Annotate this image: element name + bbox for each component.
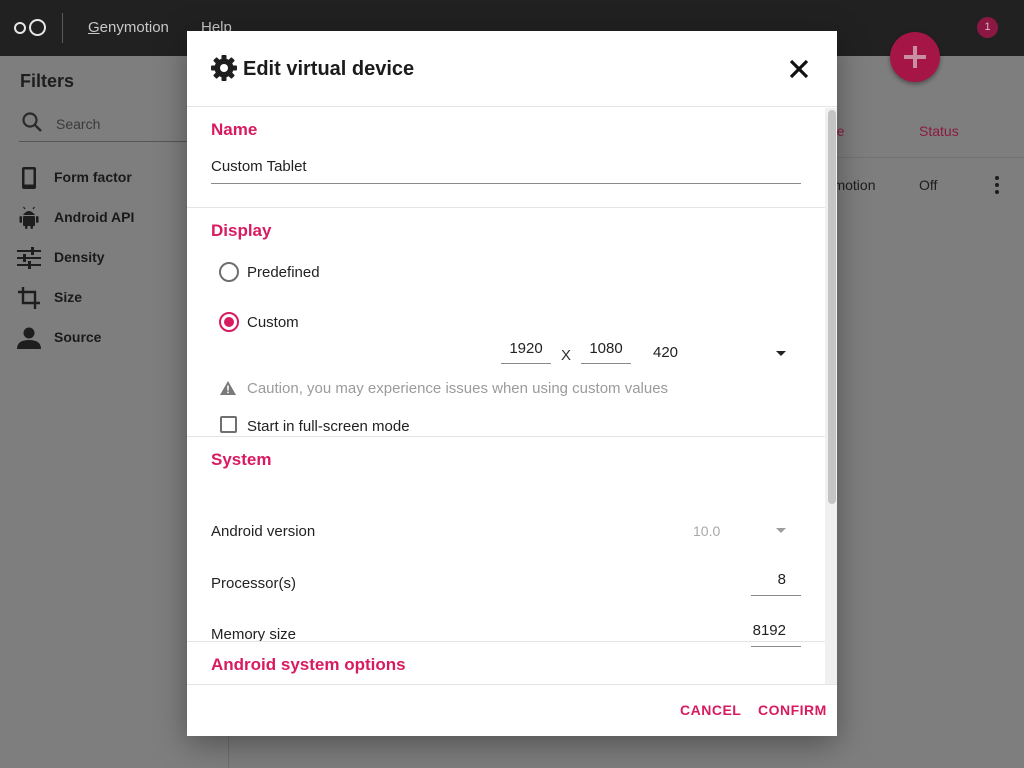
section-divider (187, 641, 825, 642)
resolution-separator: X (561, 347, 572, 364)
confirm-button[interactable]: CONFIRM (758, 702, 827, 718)
row-more-icon[interactable] (994, 176, 1000, 194)
filter-label: Source (54, 329, 102, 345)
filter-label: Density (54, 249, 105, 265)
filter-density[interactable]: Density (16, 244, 216, 272)
processors-input[interactable]: 8 (751, 567, 801, 596)
person-icon (17, 327, 41, 349)
dialog-footer: CANCEL CONFIRM (187, 684, 837, 736)
custom-label: Custom (247, 314, 299, 331)
filter-source[interactable]: Source (16, 324, 216, 352)
add-device-button[interactable] (890, 32, 940, 82)
predefined-label: Predefined (247, 264, 320, 281)
section-system-title: System (211, 450, 272, 469)
edit-device-dialog: Edit virtual device Name Custom Tablet D… (187, 31, 837, 736)
custom-values-warning: Caution, you may experience issues when … (247, 380, 669, 397)
crop-icon (18, 287, 40, 309)
row-status: Off (919, 177, 938, 193)
search-input[interactable] (56, 113, 206, 135)
sliders-icon (17, 247, 41, 269)
scrollbar-thumb[interactable] (828, 110, 836, 504)
section-divider (187, 436, 825, 437)
predefined-radio[interactable] (219, 262, 239, 282)
section-divider (187, 207, 825, 208)
android-version-select: 10.0 (693, 523, 721, 539)
phone-icon (22, 167, 36, 189)
filter-form-factor[interactable]: Form factor (16, 164, 216, 192)
gear-icon (211, 55, 237, 81)
filter-android-api[interactable]: Android API (16, 204, 216, 232)
chevron-down-icon (776, 528, 786, 533)
genymotion-logo (14, 17, 50, 39)
filter-label: Form factor (54, 169, 132, 185)
search-icon (22, 112, 42, 132)
density-select[interactable]: 420 (653, 344, 678, 361)
menu-genymotion[interactable]: Genymotion (88, 19, 169, 36)
chevron-down-icon[interactable] (776, 351, 786, 356)
custom-radio[interactable] (219, 312, 239, 332)
filters-title: Filters (20, 71, 75, 91)
filter-label: Size (54, 289, 83, 305)
close-icon[interactable] (788, 58, 810, 80)
dialog-header: Edit virtual device (187, 31, 837, 107)
cancel-button[interactable]: CANCEL (680, 702, 741, 718)
width-input[interactable]: 1920 (501, 335, 551, 364)
android-icon (19, 206, 39, 229)
height-input[interactable]: 1080 (581, 335, 631, 364)
android-version-label: Android version (211, 523, 316, 540)
section-name-title: Name (211, 120, 258, 139)
warning-icon (220, 381, 236, 395)
section-android-options-title: Android system options (211, 655, 406, 674)
notification-badge[interactable]: 1 (977, 17, 998, 38)
device-name-input[interactable]: Custom Tablet (211, 155, 801, 184)
dialog-title: Edit virtual device (243, 58, 415, 80)
filter-size[interactable]: Size (16, 284, 216, 312)
fullscreen-checkbox[interactable] (220, 416, 237, 433)
column-header-status[interactable]: Status (919, 123, 959, 139)
fullscreen-label: Start in full-screen mode (247, 418, 410, 435)
memory-size-input[interactable]: 8192 (751, 618, 801, 647)
processors-label: Processor(s) (211, 575, 297, 592)
top-bar-separator (62, 13, 63, 43)
device-name-value: Custom Tablet (211, 158, 307, 175)
dialog-body: Name Custom Tablet Display Predefined Cu… (187, 108, 837, 684)
filter-label: Android API (54, 209, 135, 225)
section-display-title: Display (211, 221, 272, 240)
